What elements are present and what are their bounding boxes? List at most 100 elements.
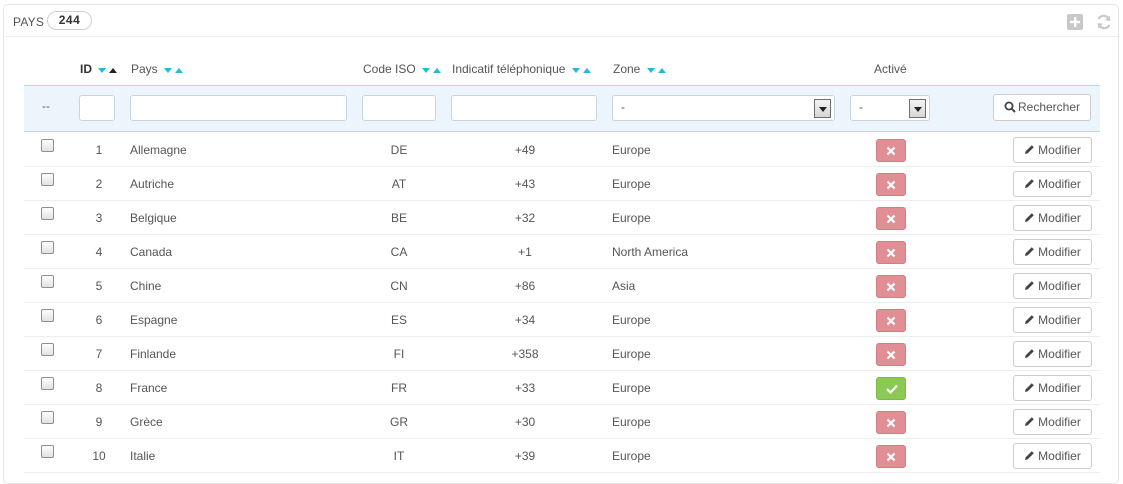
row-iso: GR [390, 415, 408, 429]
row-id: 7 [95, 347, 103, 361]
row-zone: Asia [612, 279, 636, 293]
edit-button[interactable]: Modifier [1013, 171, 1092, 197]
search-button[interactable]: Rechercher [993, 94, 1091, 121]
status-disabled-toggle[interactable] [876, 173, 906, 196]
row-checkbox[interactable] [41, 411, 54, 424]
row-country: Espagne [130, 313, 178, 327]
column-header-zone[interactable]: Zone [613, 62, 667, 77]
edit-button-label: Modifier [1038, 177, 1081, 191]
column-header-iso[interactable]: Code ISO [363, 62, 442, 77]
table-row: 5 Chine CN +86 Asia Modifier [24, 269, 1100, 303]
filter-active-select[interactable]: - [850, 95, 930, 121]
row-id: 3 [95, 211, 103, 225]
table-row: 7 Finlande FI +358 Europe Modifier [24, 337, 1100, 371]
chevron-down-icon [814, 99, 831, 118]
close-icon [886, 214, 896, 224]
table-row: 10 Italie IT +39 Europe Modifier [24, 439, 1100, 473]
edit-button[interactable]: Modifier [1013, 205, 1092, 231]
edit-button-label: Modifier [1038, 279, 1081, 293]
add-icon[interactable] [1066, 13, 1084, 31]
row-country: Chine [130, 279, 162, 293]
row-checkbox[interactable] [41, 173, 54, 186]
row-iso: AT [391, 177, 407, 191]
row-checkbox[interactable] [41, 343, 54, 356]
row-phone: +32 [514, 211, 536, 225]
edit-button-label: Modifier [1038, 211, 1081, 225]
filter-id-input[interactable] [79, 95, 115, 121]
pencil-icon [1025, 145, 1034, 154]
row-iso: CN [390, 279, 408, 293]
row-phone: +34 [514, 313, 536, 327]
status-disabled-toggle[interactable] [876, 241, 906, 264]
row-phone: +49 [514, 143, 536, 157]
status-disabled-toggle[interactable] [876, 445, 906, 468]
filter-country-input[interactable] [130, 95, 347, 121]
status-disabled-toggle[interactable] [876, 309, 906, 332]
status-enabled-toggle[interactable] [876, 377, 906, 400]
column-header-phone[interactable]: Indicatif téléphonique [452, 62, 592, 77]
row-country: Canada [130, 245, 173, 259]
edit-button[interactable]: Modifier [1013, 409, 1092, 435]
edit-button[interactable]: Modifier [1013, 443, 1092, 469]
row-iso: FI [393, 347, 405, 361]
edit-button[interactable]: Modifier [1013, 273, 1092, 299]
filter-phone-input[interactable] [451, 95, 597, 121]
row-checkbox[interactable] [41, 241, 54, 254]
row-phone: +1 [518, 245, 532, 259]
row-checkbox[interactable] [41, 445, 54, 458]
row-zone: Europe [612, 143, 651, 157]
bulk-action-placeholder: -- [42, 99, 50, 113]
column-header-phone-label: Indicatif téléphonique [452, 62, 566, 76]
row-phone: +33 [514, 381, 536, 395]
pencil-icon [1025, 383, 1034, 392]
edit-button[interactable]: Modifier [1013, 307, 1092, 333]
close-icon [886, 350, 896, 360]
row-id: 6 [95, 313, 103, 327]
row-id: 5 [95, 279, 103, 293]
status-disabled-toggle[interactable] [876, 275, 906, 298]
row-checkbox[interactable] [41, 309, 54, 322]
row-zone: Europe [612, 415, 651, 429]
table-row: 9 Grèce GR +30 Europe Modifier [24, 405, 1100, 439]
row-phone: +358 [511, 347, 539, 361]
sort-iso-icon[interactable] [422, 63, 442, 77]
row-checkbox[interactable] [41, 207, 54, 220]
sort-zone-icon[interactable] [646, 63, 667, 77]
column-header-zone-label: Zone [613, 62, 641, 76]
sort-id-icon[interactable] [98, 63, 118, 77]
row-zone: Europe [612, 177, 651, 191]
row-country: Italie [130, 449, 156, 463]
status-disabled-toggle[interactable] [876, 139, 906, 162]
column-header-country-label: Pays [131, 62, 158, 76]
sort-country-icon[interactable] [164, 63, 184, 77]
column-header-country[interactable]: Pays [131, 62, 184, 77]
edit-button[interactable]: Modifier [1013, 375, 1092, 401]
check-icon [886, 384, 898, 394]
edit-button[interactable]: Modifier [1013, 137, 1092, 163]
row-zone: Europe [612, 347, 651, 361]
status-disabled-toggle[interactable] [876, 343, 906, 366]
row-checkbox[interactable] [41, 377, 54, 390]
row-id: 1 [95, 143, 103, 157]
edit-button[interactable]: Modifier [1013, 341, 1092, 367]
filter-iso-input[interactable] [362, 95, 436, 121]
column-header-id-label: ID [80, 62, 92, 76]
row-checkbox[interactable] [41, 139, 54, 152]
status-disabled-toggle[interactable] [876, 411, 906, 434]
status-disabled-toggle[interactable] [876, 207, 906, 230]
row-zone: North America [612, 245, 689, 259]
refresh-icon[interactable] [1095, 13, 1113, 31]
row-id: 2 [95, 177, 103, 191]
row-id: 8 [95, 381, 103, 395]
filter-active-value: - [859, 100, 863, 114]
sort-phone-icon[interactable] [571, 63, 592, 77]
filter-zone-select[interactable]: - [612, 95, 835, 121]
edit-button-label: Modifier [1038, 245, 1081, 259]
column-header-id[interactable]: ID [80, 62, 118, 77]
edit-button[interactable]: Modifier [1013, 239, 1092, 265]
column-header-iso-label: Code ISO [363, 62, 416, 76]
pencil-icon [1025, 315, 1034, 324]
row-iso: ES [390, 313, 407, 327]
row-checkbox[interactable] [41, 275, 54, 288]
close-icon [886, 180, 896, 190]
